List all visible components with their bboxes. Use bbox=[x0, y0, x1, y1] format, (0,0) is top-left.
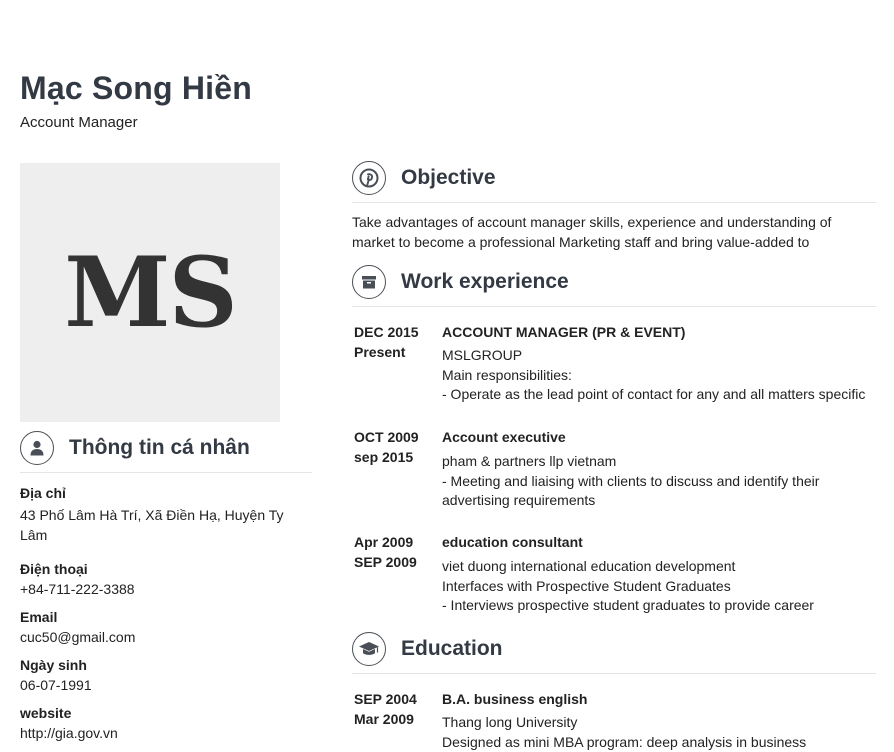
address-label: Địa chỉ bbox=[20, 485, 66, 501]
email-label: Email bbox=[20, 609, 58, 625]
objective-header: Objective bbox=[352, 161, 496, 195]
objective-divider bbox=[352, 202, 876, 203]
user-icon bbox=[20, 431, 54, 465]
work-entry-title: Account executive bbox=[442, 429, 566, 445]
education-entry-date-from: SEP 2004 bbox=[354, 691, 417, 707]
work-entry-body: pham & partners llp vietnam - Meeting an… bbox=[442, 453, 820, 508]
work-entry-date-to: Present bbox=[354, 344, 406, 360]
education-entry-date-to: Mar 2009 bbox=[354, 711, 414, 727]
work-experience-heading: Work experience bbox=[401, 270, 569, 293]
personal-info-header: Thông tin cá nhân bbox=[20, 431, 250, 465]
work-entry-body: MSLGROUP Main responsibilities: - Operat… bbox=[442, 347, 866, 402]
work-entry-title: education consultant bbox=[442, 534, 583, 550]
education-entry-body: Thang long University Designed as mini M… bbox=[442, 714, 807, 750]
archive-icon bbox=[352, 265, 386, 299]
education-entry-title: B.A. business english bbox=[442, 691, 588, 707]
work-entry-date-to: SEP 2009 bbox=[354, 554, 417, 570]
objective-text: Take advantages of account manager skill… bbox=[352, 214, 832, 250]
address-value: 43 Phố Lâm Hà Trí, Xã Điền Hạ, Huyện Ty … bbox=[20, 507, 284, 543]
objective-heading: Objective bbox=[401, 166, 496, 189]
avatar-initials: MS bbox=[64, 236, 238, 349]
job-title: Account Manager bbox=[20, 114, 138, 131]
personal-info-heading: Thông tin cá nhân bbox=[69, 436, 250, 459]
birthday-label: Ngày sinh bbox=[20, 657, 87, 673]
education-divider bbox=[352, 673, 876, 674]
work-experience-header: Work experience bbox=[352, 265, 569, 299]
education-header: Education bbox=[352, 632, 503, 666]
work-entry-date-from: OCT 2009 bbox=[354, 429, 419, 445]
work-entry-date-to: sep 2015 bbox=[354, 449, 414, 465]
graduation-cap-icon bbox=[352, 632, 386, 666]
email-value: cuc50@gmail.com bbox=[20, 629, 136, 645]
personal-info-divider bbox=[20, 472, 312, 473]
work-entry-date-from: DEC 2015 bbox=[354, 324, 419, 340]
birthday-value: 06-07-1991 bbox=[20, 677, 92, 693]
website-link[interactable]: http://gia.gov.vn bbox=[20, 723, 118, 743]
website-label: website bbox=[20, 705, 72, 721]
work-entry-date-from: Apr 2009 bbox=[354, 534, 414, 550]
candidate-name: Mạc Song Hiền bbox=[20, 70, 252, 106]
phone-label: Điện thoại bbox=[20, 561, 88, 577]
education-heading: Education bbox=[401, 637, 503, 660]
pinterest-icon bbox=[352, 161, 386, 195]
work-entry-body: viet duong international education devel… bbox=[442, 558, 814, 613]
work-experience-divider bbox=[352, 306, 876, 307]
avatar: MS bbox=[20, 163, 280, 422]
work-entry-title: ACCOUNT MANAGER (PR & EVENT) bbox=[442, 324, 686, 340]
phone-value: +84-711-222-3388 bbox=[20, 581, 135, 597]
